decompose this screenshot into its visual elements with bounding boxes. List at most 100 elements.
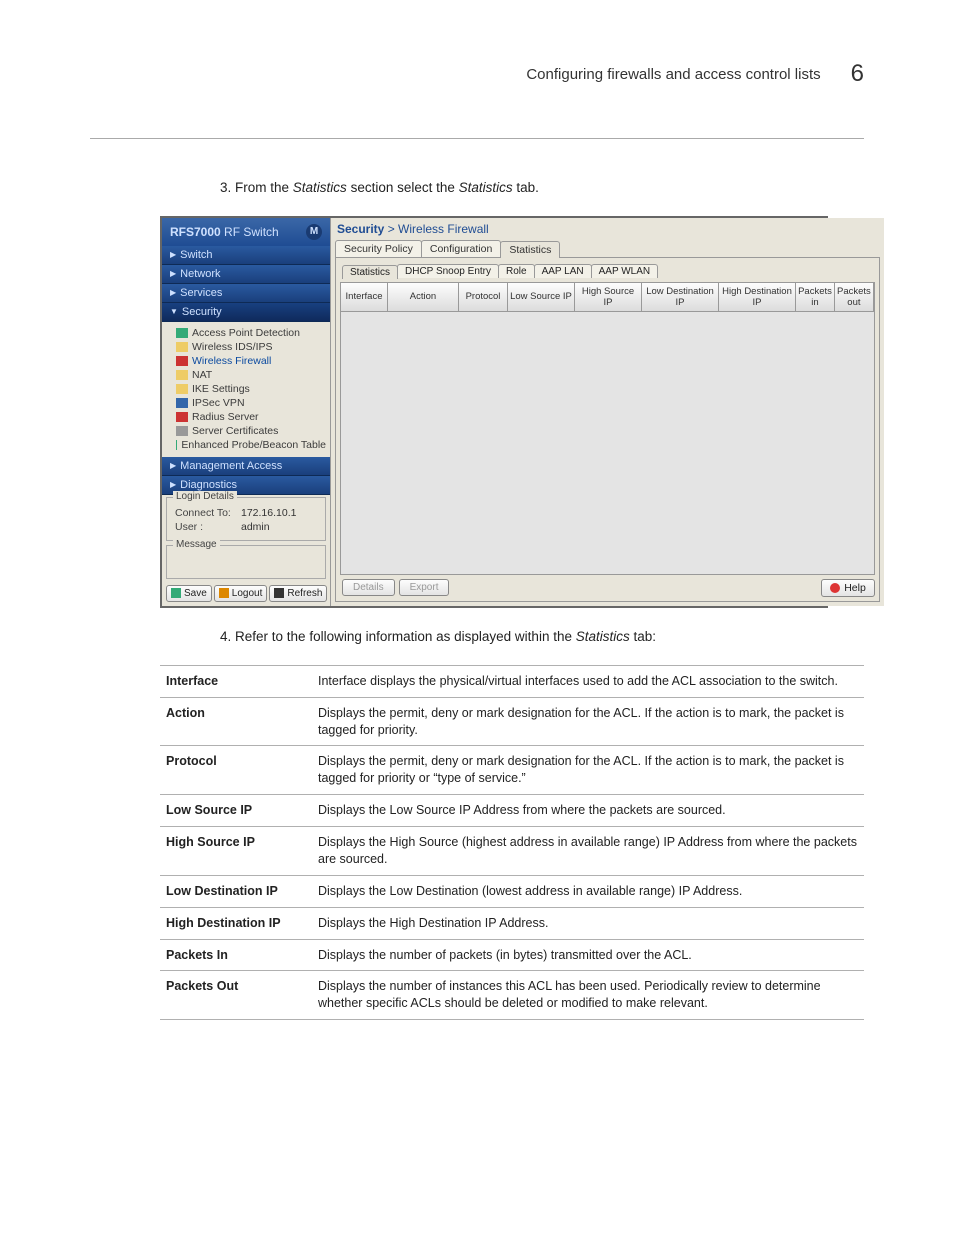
- field-description: Displays the Low Destination (lowest add…: [312, 875, 864, 907]
- col-low-source-ip[interactable]: Low Source IP: [508, 283, 575, 312]
- col-packets-in[interactable]: Packets in: [796, 283, 835, 312]
- field-term: Action: [160, 697, 312, 746]
- product-name: RFS7000 RF Switch: [170, 225, 279, 239]
- login-legend: Login Details: [173, 491, 237, 502]
- details-button[interactable]: Details: [342, 579, 395, 596]
- sub-tabs: Statistics DHCP Snoop Entry Role AAP LAN…: [342, 264, 873, 278]
- chevron-right-icon: ▶: [170, 288, 176, 297]
- col-interface[interactable]: Interface: [341, 283, 388, 312]
- col-protocol[interactable]: Protocol: [459, 283, 508, 312]
- field-description: Displays the number of instances this AC…: [312, 971, 864, 1020]
- tree-enhanced-probe[interactable]: Enhanced Probe/Beacon Table: [176, 438, 326, 452]
- message-box: Message: [166, 545, 326, 579]
- security-subtree: Access Point Detection Wireless IDS/IPS …: [162, 322, 330, 457]
- tree-ipsec-vpn[interactable]: IPSec VPN: [176, 396, 326, 410]
- table-row: High Destination IPDisplays the High Des…: [160, 907, 864, 939]
- login-user-value: admin: [241, 521, 270, 533]
- logout-icon: [219, 588, 229, 598]
- field-description: Displays the High Source (highest addres…: [312, 827, 864, 876]
- lock-icon: [176, 384, 188, 394]
- subtab-aap-lan[interactable]: AAP LAN: [534, 264, 592, 278]
- export-button[interactable]: Export: [399, 579, 450, 596]
- field-term: Packets Out: [160, 971, 312, 1020]
- field-term: High Destination IP: [160, 907, 312, 939]
- nav-management-access[interactable]: ▶Management Access: [162, 457, 330, 476]
- table-row: InterfaceInterface displays the physical…: [160, 665, 864, 697]
- subtab-statistics[interactable]: Statistics: [342, 265, 398, 279]
- help-button[interactable]: Help: [821, 579, 875, 597]
- tab-configuration[interactable]: Configuration: [421, 240, 501, 257]
- field-term: Packets In: [160, 939, 312, 971]
- app-screenshot: RFS7000 RF Switch M ▶Switch ▶Network ▶Se…: [160, 216, 828, 608]
- nav-network[interactable]: ▶Network: [162, 265, 330, 284]
- certificate-icon: [176, 426, 188, 436]
- field-description: Displays the number of packets (in bytes…: [312, 939, 864, 971]
- field-description: Interface displays the physical/virtual …: [312, 665, 864, 697]
- brand-logo-icon: M: [306, 224, 322, 240]
- table-row: ActionDisplays the permit, deny or mark …: [160, 697, 864, 746]
- help-icon: [830, 583, 840, 593]
- col-high-source-ip[interactable]: High Source IP: [575, 283, 642, 312]
- sidebar-header: RFS7000 RF Switch M: [162, 218, 330, 246]
- step-3: 3. From the Statistics section select th…: [220, 179, 864, 198]
- tree-wireless-firewall[interactable]: Wireless Firewall: [176, 354, 326, 368]
- firewall-icon: [176, 356, 188, 366]
- field-term: High Source IP: [160, 827, 312, 876]
- tree-wireless-ids-ips[interactable]: Wireless IDS/IPS: [176, 340, 326, 354]
- chapter-number: 6: [851, 60, 864, 88]
- sidebar: RFS7000 RF Switch M ▶Switch ▶Network ▶Se…: [162, 218, 331, 606]
- statistics-grid: Interface Action Protocol Low Source IP …: [340, 282, 875, 575]
- message-legend: Message: [173, 539, 220, 550]
- subtab-role[interactable]: Role: [498, 264, 535, 278]
- login-user-label: User :: [175, 521, 235, 533]
- breadcrumb: Security > Wireless Firewall: [331, 218, 884, 240]
- login-details-box: Login Details Connect To:172.16.10.1 Use…: [166, 497, 326, 541]
- field-description: Displays the High Destination IP Address…: [312, 907, 864, 939]
- field-description: Displays the permit, deny or mark design…: [312, 697, 864, 746]
- chevron-right-icon: ▶: [170, 250, 176, 259]
- server-icon: [176, 412, 188, 422]
- subtab-dhcp-snoop[interactable]: DHCP Snoop Entry: [397, 264, 499, 278]
- refresh-icon: [274, 588, 284, 598]
- field-description: Displays the permit, deny or mark design…: [312, 746, 864, 795]
- tree-nat[interactable]: NAT: [176, 368, 326, 382]
- beacon-icon: [176, 440, 177, 450]
- nav-switch[interactable]: ▶Switch: [162, 246, 330, 265]
- chevron-down-icon: ▼: [170, 307, 178, 316]
- main-panel: Security > Wireless Firewall Security Po…: [331, 218, 884, 606]
- logout-button[interactable]: Logout: [214, 585, 268, 602]
- field-description-table: InterfaceInterface displays the physical…: [160, 665, 864, 1020]
- tree-server-certificates[interactable]: Server Certificates: [176, 424, 326, 438]
- col-action[interactable]: Action: [388, 283, 459, 312]
- login-connect-value: 172.16.10.1: [241, 507, 296, 519]
- refresh-button[interactable]: Refresh: [269, 585, 327, 602]
- table-row: Low Destination IPDisplays the Low Desti…: [160, 875, 864, 907]
- tab-security-policy[interactable]: Security Policy: [335, 240, 422, 257]
- field-term: Low Source IP: [160, 795, 312, 827]
- col-low-destination-ip[interactable]: Low Destination IP: [642, 283, 719, 312]
- subtab-aap-wlan[interactable]: AAP WLAN: [591, 264, 659, 278]
- field-term: Interface: [160, 665, 312, 697]
- tab-statistics[interactable]: Statistics: [500, 241, 560, 258]
- chevron-right-icon: ▶: [170, 480, 176, 489]
- tree-access-point-detection[interactable]: Access Point Detection: [176, 326, 326, 340]
- col-packets-out[interactable]: Packets out: [835, 283, 874, 312]
- chevron-right-icon: ▶: [170, 461, 176, 470]
- nat-icon: [176, 370, 188, 380]
- tree-ike-settings[interactable]: IKE Settings: [176, 382, 326, 396]
- chevron-right-icon: ▶: [170, 269, 176, 278]
- col-high-destination-ip[interactable]: High Destination IP: [719, 283, 796, 312]
- save-button[interactable]: Save: [166, 585, 212, 602]
- table-row: Low Source IPDisplays the Low Source IP …: [160, 795, 864, 827]
- main-tabs: Security Policy Configuration Statistics: [331, 240, 884, 257]
- nav-security[interactable]: ▼Security: [162, 303, 330, 322]
- field-term: Protocol: [160, 746, 312, 795]
- shield-icon: [176, 342, 188, 352]
- tree-radius-server[interactable]: Radius Server: [176, 410, 326, 424]
- table-row: ProtocolDisplays the permit, deny or mar…: [160, 746, 864, 795]
- field-term: Low Destination IP: [160, 875, 312, 907]
- nav-services[interactable]: ▶Services: [162, 284, 330, 303]
- header-rule: [90, 138, 864, 139]
- page-header-title: Configuring firewalls and access control…: [526, 66, 820, 83]
- table-row: Packets OutDisplays the number of instan…: [160, 971, 864, 1020]
